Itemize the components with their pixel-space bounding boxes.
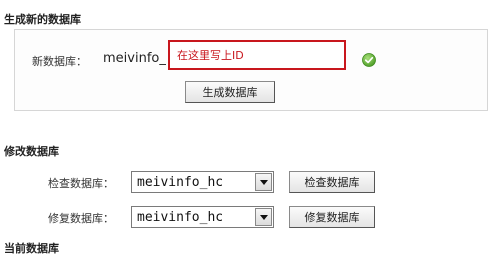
chevron-down-icon[interactable] <box>255 208 272 226</box>
database-management-page: 生成新的数据库 新数据库： meivinfo_ 生成数据库 修改数据库 检查数据… <box>0 0 500 267</box>
check-circle-icon <box>362 53 376 67</box>
db-id-input[interactable] <box>168 40 346 70</box>
check-db-button[interactable]: 检查数据库 <box>289 171 375 193</box>
section-title-current: 当前数据库 <box>4 242 59 255</box>
repair-db-select[interactable]: meivinfo_hc <box>131 206 274 228</box>
repair-db-button[interactable]: 修复数据库 <box>289 206 375 228</box>
repair-db-select-value: meivinfo_hc <box>137 210 224 225</box>
check-db-select[interactable]: meivinfo_hc <box>131 171 274 193</box>
section-title-modify: 修改数据库 <box>4 145 59 158</box>
section-title-generate: 生成新的数据库 <box>4 13 81 26</box>
check-db-label: 检查数据库： <box>48 177 114 190</box>
repair-db-label: 修复数据库： <box>48 212 114 225</box>
db-prefix: meivinfo_ <box>103 51 166 66</box>
generate-db-button[interactable]: 生成数据库 <box>185 81 275 103</box>
chevron-down-icon[interactable] <box>255 173 272 191</box>
new-db-label: 新数据库： <box>32 55 87 68</box>
check-db-select-value: meivinfo_hc <box>137 175 224 190</box>
